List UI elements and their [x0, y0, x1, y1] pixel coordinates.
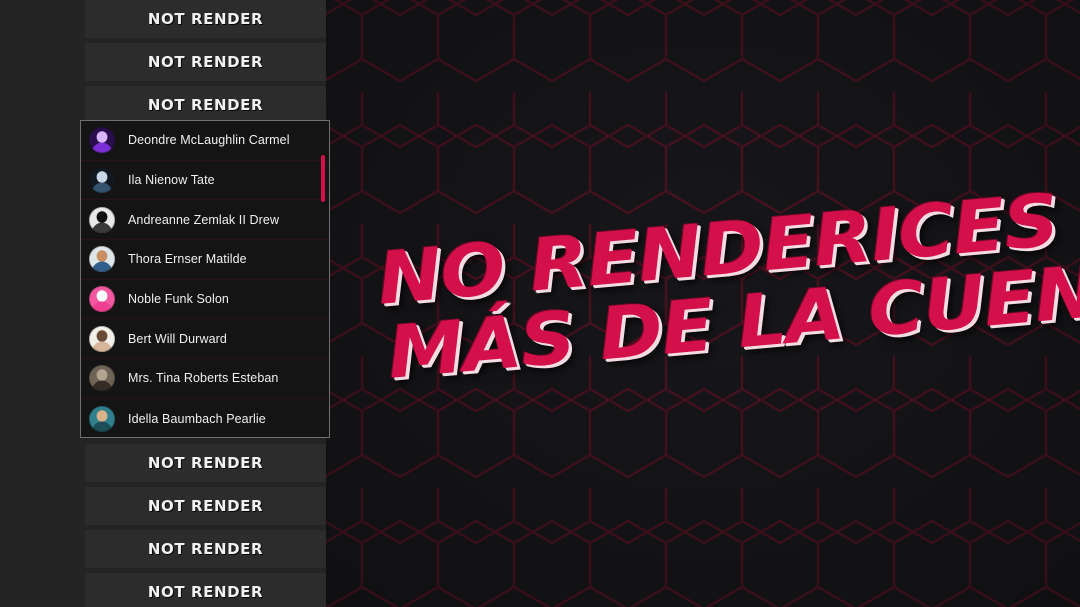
avatar — [89, 206, 115, 233]
list-item-label: Deondre McLaughlin Carmel — [128, 133, 290, 148]
not-render-row: NOT RENDER — [85, 444, 326, 482]
avatar — [89, 325, 115, 352]
avatar — [89, 365, 115, 392]
people-dropdown-list[interactable]: Deondre McLaughlin Carmel Ila Nienow Tate… — [80, 120, 330, 438]
list-item[interactable]: Thora Ernser Matilde — [81, 240, 329, 280]
list-item[interactable]: Idella Baumbach Pearlie — [81, 398, 329, 437]
list-item[interactable]: Bert Will Durward — [81, 319, 329, 360]
list-item-label: Noble Funk Solon — [128, 292, 229, 307]
avatar — [89, 246, 115, 273]
not-render-row: NOT RENDER — [85, 86, 326, 124]
list-item[interactable]: Mrs. Tina Roberts Esteban — [81, 359, 329, 399]
avatar — [89, 405, 115, 432]
list-item-label: Thora Ernser Matilde — [128, 252, 247, 267]
not-render-row: NOT RENDER — [85, 43, 326, 81]
hex-background-panel — [326, 0, 1080, 607]
people-rows: Deondre McLaughlin Carmel Ila Nienow Tate… — [81, 121, 329, 437]
list-scrollbar-thumb[interactable] — [321, 155, 325, 202]
list-item[interactable]: Ila Nienow Tate — [81, 160, 329, 201]
app-screen: NO RENDERICES MÁS DE LA CUENTA NOT RENDE… — [0, 0, 1080, 607]
hex-pattern — [326, 0, 1080, 607]
avatar — [89, 127, 115, 154]
list-item-label: Bert Will Durward — [128, 331, 227, 346]
list-item[interactable]: Noble Funk Solon — [81, 279, 329, 320]
avatar — [89, 167, 115, 194]
not-render-row: NOT RENDER — [85, 0, 326, 38]
not-render-row: NOT RENDER — [85, 573, 326, 607]
list-item[interactable]: Deondre McLaughlin Carmel — [81, 121, 329, 161]
list-item-label: Mrs. Tina Roberts Esteban — [128, 371, 279, 386]
list-item-label: Idella Baumbach Pearlie — [128, 411, 266, 426]
not-render-row: NOT RENDER — [85, 530, 326, 568]
avatar — [89, 286, 115, 313]
not-render-row: NOT RENDER — [85, 487, 326, 525]
list-item-label: Andreanne Zemlak II Drew — [128, 212, 280, 227]
list-item-label: Ila Nienow Tate — [128, 173, 215, 188]
list-item[interactable]: Andreanne Zemlak II Drew — [81, 200, 329, 241]
